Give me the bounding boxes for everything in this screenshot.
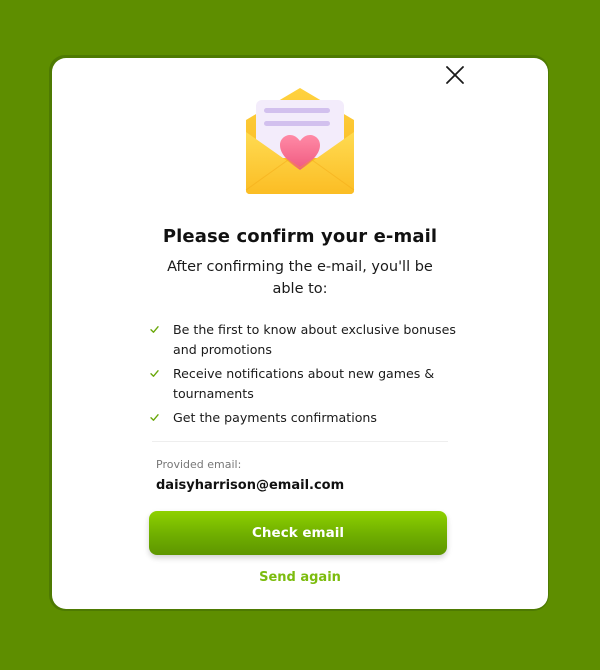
benefit-text: Receive notifications about new games & …	[173, 366, 435, 401]
confirm-email-modal: Please confirm your e-mail After confirm…	[52, 58, 548, 609]
benefit-text: Be the first to know about exclusive bon…	[173, 322, 456, 357]
modal-subtitle: After confirming the e-mail, you'll be a…	[167, 259, 433, 297]
checkmark-icon	[150, 326, 159, 333]
close-button[interactable]	[444, 64, 466, 86]
modal-title: Please confirm your e-mail	[162, 226, 438, 247]
provided-email-label: Provided email:	[156, 458, 242, 471]
benefit-text: Get the payments confirmations	[173, 410, 377, 425]
benefit-item: Be the first to know about exclusive bon…	[150, 320, 480, 359]
envelope-heart-icon	[242, 86, 358, 198]
close-icon	[446, 66, 464, 84]
send-again-link[interactable]: Send again	[52, 570, 548, 585]
checkmark-icon	[150, 370, 159, 377]
checkmark-icon	[150, 414, 159, 421]
provided-email-value: daisyharrison@email.com	[156, 478, 345, 493]
divider	[152, 441, 448, 442]
check-email-button[interactable]: Check email	[149, 511, 447, 555]
benefit-item: Receive notifications about new games & …	[150, 364, 480, 403]
benefits-list: Be the first to know about exclusive bon…	[150, 320, 480, 433]
benefit-item: Get the payments confirmations	[150, 408, 480, 428]
